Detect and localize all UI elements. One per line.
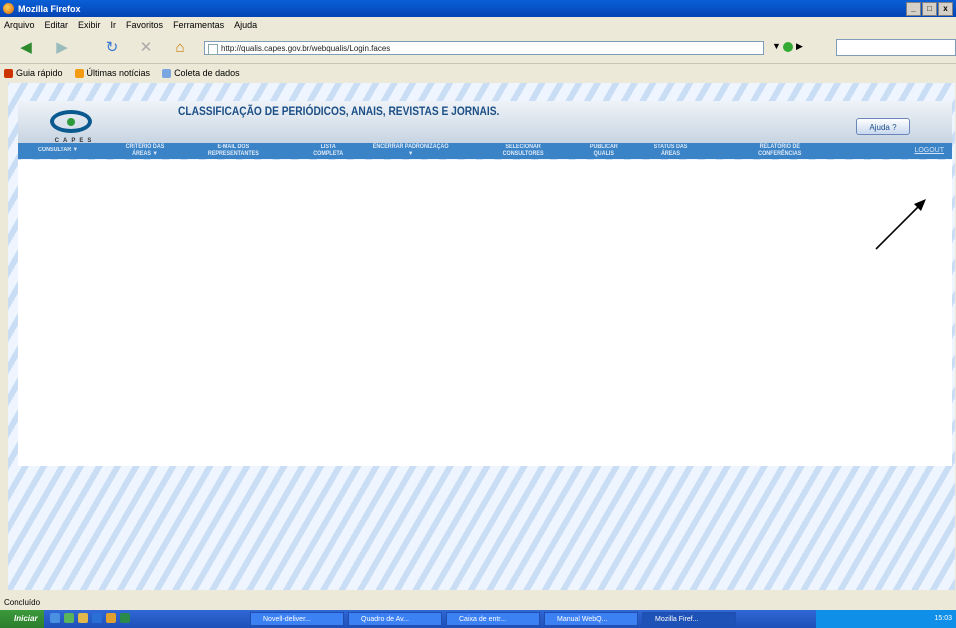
status-bar: Concluído	[0, 596, 956, 610]
dropdown-icon[interactable]: ▼	[772, 41, 781, 51]
bookmark-guia-rapido[interactable]: Guia rápido	[4, 68, 63, 79]
bookmark-icon	[4, 69, 13, 79]
menu-consultar[interactable]: CONSULTAR ▼	[22, 147, 94, 154]
menu-relatorio-conferencias[interactable]: RELATÓRIO DE CONFERÊNCIAS	[742, 144, 818, 158]
system-tray: 15:03	[816, 610, 956, 628]
outlook-icon[interactable]	[78, 613, 88, 623]
clock: 15:03	[934, 615, 952, 622]
menu-ferramentas[interactable]: Ferramentas	[173, 17, 224, 33]
bookmarks-toolbar: Guia rápido Últimas notícias Coleta de d…	[0, 64, 956, 82]
menu-email-representantes[interactable]: E-MAIL DOS REPRESENTANTES	[192, 144, 275, 158]
address-bar[interactable]: http://qualis.capes.gov.br/webqualis/Log…	[204, 41, 764, 55]
main-menu: CONSULTAR ▼ CRITÉRIO DAS ÁREAS ▼ E-MAIL …	[18, 143, 952, 159]
close-button[interactable]: x	[938, 2, 953, 16]
back-icon[interactable]: ◀	[14, 38, 38, 58]
maximize-button[interactable]: □	[922, 2, 937, 16]
task-caixa-entrada[interactable]: Caixa de entr...	[446, 612, 540, 626]
menubar: Arquivo Editar Exibir Ir Favoritos Ferra…	[0, 17, 956, 33]
menu-exibir[interactable]: Exibir	[78, 17, 101, 33]
menu-editar[interactable]: Editar	[45, 17, 69, 33]
forward-icon[interactable]: ▶	[50, 38, 74, 58]
bookmark-coleta-de-dados[interactable]: Coleta de dados	[162, 68, 240, 79]
window-controls: _ □ x	[906, 2, 953, 16]
start-button[interactable]: Iniciar	[0, 610, 44, 628]
menu-selecionar-consultores[interactable]: SELECIONAR CONSULTORES	[488, 144, 558, 158]
task-mozilla[interactable]: Mozilla Firef...	[642, 612, 736, 626]
help-button[interactable]: Ajuda ?	[856, 118, 910, 135]
capes-logo: CAPES	[30, 107, 116, 147]
window-title: Mozilla Firefox	[18, 4, 81, 14]
menu-publicar-qualis[interactable]: PUBLICAR QUALIS	[584, 144, 624, 158]
address-text: http://qualis.capes.gov.br/webqualis/Log…	[221, 44, 391, 53]
menu-lista-completa[interactable]: LISTA COMPLETA	[312, 144, 344, 158]
menu-ir[interactable]: Ir	[111, 17, 117, 33]
main-content-area	[18, 160, 952, 466]
navigation-toolbar: ◀ ▶ ↻ ✕ ⌂ http://qualis.capes.gov.br/web…	[0, 33, 956, 64]
go-icon[interactable]	[783, 41, 794, 52]
task-novell[interactable]: Novell-deliver...	[250, 612, 344, 626]
menu-arquivo[interactable]: Arquivo	[4, 17, 35, 33]
firefox-icon	[3, 3, 14, 14]
menu-criterio-areas[interactable]: CRITÉRIO DAS ÁREAS ▼	[118, 144, 172, 158]
go-label[interactable]: ▶	[796, 41, 803, 51]
desktop-icon[interactable]	[64, 613, 74, 623]
search-input[interactable]	[836, 39, 956, 56]
ie-icon[interactable]	[50, 613, 60, 623]
page-content: CAPES CLASSIFICAÇÃO DE PERIÓDICOS, ANAIS…	[8, 83, 955, 590]
excel-icon[interactable]	[120, 613, 130, 623]
reload-icon[interactable]: ↻	[100, 38, 124, 58]
task-manual[interactable]: Manual WebQ...	[544, 612, 638, 626]
minimize-button[interactable]: _	[906, 2, 921, 16]
logo-dot	[67, 118, 75, 126]
menu-encerrar-padronizacao[interactable]: ENCERRAR PADRONIZAÇÃO ▼	[372, 144, 449, 158]
folder-icon[interactable]	[106, 613, 116, 623]
address-controls: ▼ ▶	[772, 41, 803, 52]
page-icon	[162, 69, 172, 79]
annotation-arrow-icon	[875, 199, 926, 250]
messenger-icon[interactable]	[92, 613, 102, 623]
page-title: CLASSIFICAÇÃO DE PERIÓDICOS, ANAIS, REVI…	[178, 104, 500, 118]
bookmark-ultimas-noticias[interactable]: Últimas notícias	[74, 68, 150, 79]
taskbar: Iniciar Novell-deliver... Quadro de Av..…	[0, 610, 956, 628]
stop-icon[interactable]: ✕	[134, 38, 158, 58]
home-icon[interactable]: ⌂	[168, 38, 192, 58]
rss-icon	[74, 69, 84, 79]
task-quadro[interactable]: Quadro de Av...	[348, 612, 442, 626]
menu-favoritos[interactable]: Favoritos	[126, 17, 163, 33]
page-icon	[208, 44, 218, 55]
menu-status-areas[interactable]: STATUS DAS ÁREAS	[648, 144, 693, 158]
menu-ajuda[interactable]: Ajuda	[234, 17, 257, 33]
window-titlebar: Mozilla Firefox _ □ x	[0, 0, 956, 17]
quick-launch	[50, 613, 130, 625]
logout-link[interactable]: LOGOUT	[914, 147, 944, 154]
